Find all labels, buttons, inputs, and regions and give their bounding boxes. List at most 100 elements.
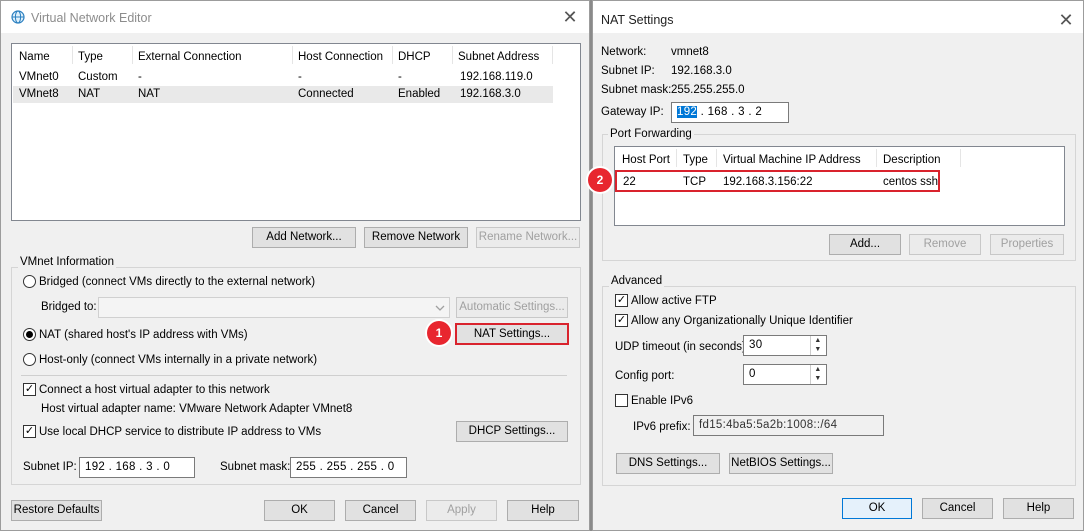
- subnet-ip-value: 192.168.3.0: [671, 65, 732, 77]
- column-header-external[interactable]: External Connection: [138, 51, 242, 63]
- enable-ipv6-label[interactable]: Enable IPv6: [631, 395, 693, 407]
- close-icon[interactable]: ✕: [559, 6, 581, 28]
- udp-timeout-stepper[interactable]: ▲ ▼: [810, 336, 825, 355]
- column-header-host-port[interactable]: Host Port: [622, 154, 670, 166]
- help-button[interactable]: Help: [1003, 498, 1074, 519]
- ipv6-prefix-field[interactable]: fd15:4ba5:5a2b:1008::/64: [693, 415, 884, 436]
- column-separator: [452, 46, 453, 64]
- column-separator: [716, 149, 717, 167]
- add-network-button[interactable]: Add Network...: [252, 227, 356, 248]
- column-header-subnet[interactable]: Subnet Address: [458, 51, 539, 63]
- nat-radio[interactable]: [23, 328, 36, 341]
- cancel-button[interactable]: Cancel: [922, 498, 993, 519]
- config-port-value: 0: [749, 368, 756, 380]
- cell-dhcp: -: [398, 71, 402, 83]
- step-badge-2: 2: [588, 168, 612, 192]
- window-title: Virtual Network Editor: [31, 11, 152, 25]
- column-separator: [676, 149, 677, 167]
- host-only-radio[interactable]: [23, 353, 36, 366]
- nat-settings-window: NAT Settings ✕ Network: vmnet8 Subnet IP…: [588, 0, 1084, 531]
- allow-active-ftp-checkbox[interactable]: ✓: [615, 294, 628, 307]
- advanced-label: Advanced: [609, 275, 665, 287]
- config-port-label: Config port:: [615, 370, 675, 382]
- title-bar: NAT Settings ✕: [593, 1, 1083, 33]
- restore-defaults-button[interactable]: Restore Defaults: [11, 500, 102, 521]
- dns-settings-button[interactable]: DNS Settings...: [616, 453, 720, 474]
- subnet-ip-label: Subnet IP:: [23, 461, 77, 473]
- automatic-settings-button[interactable]: Automatic Settings...: [456, 297, 568, 318]
- column-separator: [960, 149, 961, 167]
- column-header-host[interactable]: Host Connection: [298, 51, 383, 63]
- column-separator: [292, 46, 293, 64]
- enable-ipv6-checkbox[interactable]: [615, 394, 628, 407]
- cell-external: NAT: [138, 88, 161, 100]
- close-icon[interactable]: ✕: [1055, 9, 1077, 31]
- window-title: NAT Settings: [601, 13, 674, 27]
- udp-timeout-label: UDP timeout (in seconds):: [615, 341, 750, 353]
- netbios-settings-button[interactable]: NetBIOS Settings...: [729, 453, 833, 474]
- subnet-mask-label: Subnet mask:: [220, 461, 291, 473]
- column-separator: [876, 149, 877, 167]
- remove-network-button[interactable]: Remove Network: [364, 227, 468, 248]
- subnet-ip-label: Subnet IP:: [601, 65, 655, 77]
- title-bar: Virtual Network Editor ✕: [1, 1, 589, 33]
- gateway-ip-field[interactable]: 192 . 168 . 3 . 2: [671, 102, 789, 123]
- gateway-octets: . 168 . 3 . 2: [697, 106, 763, 118]
- column-header-description[interactable]: Description: [883, 154, 941, 166]
- bridged-to-label: Bridged to:: [41, 301, 97, 313]
- ok-button[interactable]: OK: [264, 500, 335, 521]
- bridged-to-dropdown[interactable]: [98, 297, 450, 318]
- cell-name: VMnet0: [19, 71, 59, 83]
- column-header-type[interactable]: Type: [683, 154, 708, 166]
- globe-icon: [11, 10, 25, 24]
- remove-button[interactable]: Remove: [909, 234, 981, 255]
- allow-oui-checkbox[interactable]: ✓: [615, 314, 628, 327]
- allow-oui-label[interactable]: Allow any Organizationally Unique Identi…: [631, 315, 853, 327]
- adapter-name-label: Host virtual adapter name: VMware Networ…: [41, 403, 353, 415]
- table-row[interactable]: VMnet0 Custom - - - 192.168.119.0: [13, 69, 553, 86]
- rename-network-button[interactable]: Rename Network...: [476, 227, 580, 248]
- bridged-label[interactable]: Bridged (connect VMs directly to the ext…: [39, 276, 315, 288]
- connect-adapter-label[interactable]: Connect a host virtual adapter to this n…: [39, 384, 270, 396]
- dhcp-settings-button[interactable]: DHCP Settings...: [456, 421, 568, 442]
- udp-timeout-field[interactable]: 30 ▲ ▼: [743, 335, 827, 356]
- help-button[interactable]: Help: [507, 500, 579, 521]
- subnet-mask-field[interactable]: 255 . 255 . 255 . 0: [290, 457, 407, 478]
- gateway-octet-selected: 192: [677, 106, 698, 118]
- step-badge-1: 1: [427, 321, 451, 345]
- config-port-stepper[interactable]: ▲ ▼: [810, 365, 825, 384]
- cancel-button[interactable]: Cancel: [345, 500, 416, 521]
- table-row-selected[interactable]: VMnet8 NAT NAT Connected Enabled 192.168…: [13, 86, 553, 103]
- connect-adapter-checkbox[interactable]: ✓: [23, 383, 36, 396]
- divider: [21, 375, 567, 376]
- add-button[interactable]: Add...: [829, 234, 901, 255]
- column-header-type[interactable]: Type: [78, 51, 103, 63]
- chevron-down-icon: [435, 305, 445, 311]
- column-header-dhcp[interactable]: DHCP: [398, 51, 431, 63]
- cell-host: -: [298, 71, 302, 83]
- cell-subnet: 192.168.3.0: [460, 88, 521, 100]
- nat-label[interactable]: NAT (shared host's IP address with VMs): [39, 329, 248, 341]
- apply-button[interactable]: Apply: [426, 500, 497, 521]
- column-separator: [552, 46, 553, 64]
- properties-button[interactable]: Properties: [990, 234, 1064, 255]
- subnet-mask-label: Subnet mask:: [601, 84, 672, 96]
- subnet-ip-field[interactable]: 192 . 168 . 3 . 0: [79, 457, 195, 478]
- column-separator: [392, 46, 393, 64]
- network-list[interactable]: Name Type External Connection Host Conne…: [11, 43, 581, 221]
- column-separator: [132, 46, 133, 64]
- dhcp-checkbox[interactable]: ✓: [23, 425, 36, 438]
- cell-dhcp: Enabled: [398, 88, 441, 100]
- cell-external: -: [138, 71, 142, 83]
- bridged-radio[interactable]: [23, 275, 36, 288]
- host-only-label[interactable]: Host-only (connect VMs internally in a p…: [39, 354, 317, 366]
- config-port-field[interactable]: 0 ▲ ▼: [743, 364, 827, 385]
- network-label: Network:: [601, 46, 647, 58]
- column-header-vm-ip[interactable]: Virtual Machine IP Address: [723, 154, 861, 166]
- ok-button[interactable]: OK: [842, 498, 912, 519]
- allow-active-ftp-label[interactable]: Allow active FTP: [631, 295, 717, 307]
- column-header-name[interactable]: Name: [19, 51, 50, 63]
- dhcp-label[interactable]: Use local DHCP service to distribute IP …: [39, 426, 321, 438]
- subnet-mask-value: 255.255.255.0: [671, 84, 745, 96]
- virtual-network-editor-window: Virtual Network Editor ✕ Name Type Exter…: [0, 0, 590, 531]
